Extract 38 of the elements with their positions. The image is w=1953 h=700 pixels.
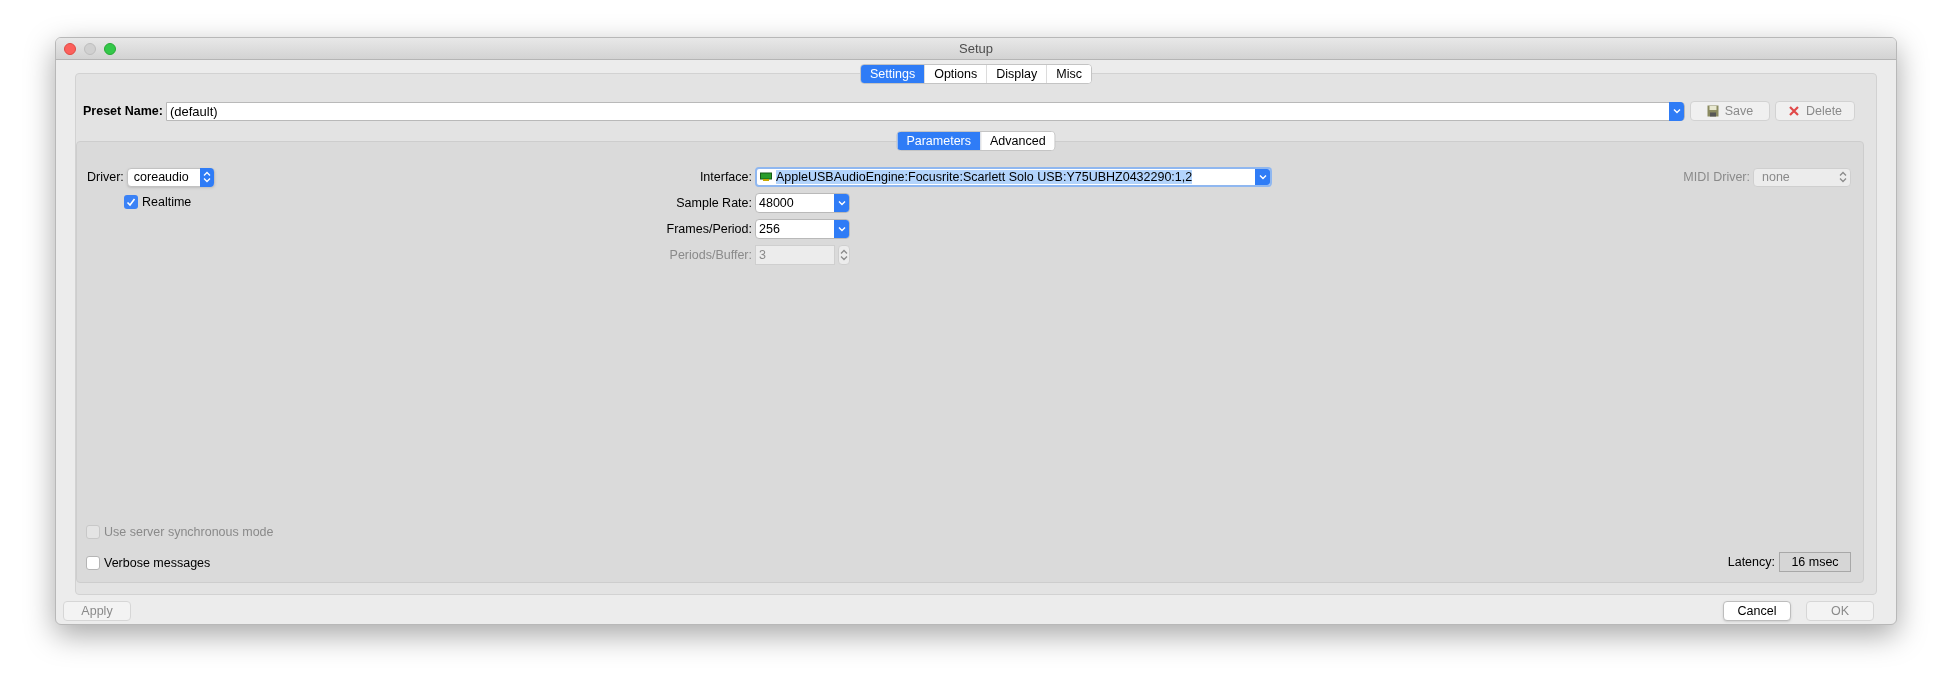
interface-label: Interface: bbox=[698, 168, 752, 186]
checkbox[interactable] bbox=[124, 195, 138, 209]
tab[interactable]: Settings bbox=[861, 65, 925, 83]
realtime-label: Realtime bbox=[142, 193, 192, 211]
midi-driver-label: MIDI Driver: bbox=[1683, 168, 1750, 186]
driver-select[interactable]: coreaudio bbox=[126, 167, 215, 187]
sound-card-icon bbox=[760, 172, 773, 182]
option-label: Use server synchronous mode bbox=[104, 523, 274, 541]
tab[interactable]: Parameters bbox=[897, 132, 980, 150]
close-button[interactable] bbox=[64, 42, 76, 55]
window-title: Setup bbox=[959, 39, 993, 58]
checkmark-icon bbox=[126, 197, 136, 207]
dialog-button[interactable]: Cancel bbox=[1723, 601, 1791, 621]
up-down-arrows-icon bbox=[202, 171, 211, 183]
chevron-down-icon bbox=[837, 200, 846, 206]
up-down-arrows-icon bbox=[840, 249, 848, 261]
field-label: Periods/Buffer: bbox=[668, 246, 752, 264]
tab[interactable]: Misc bbox=[1046, 65, 1091, 83]
driver-label: Driver: bbox=[87, 168, 124, 186]
preset-name-label: Preset Name: bbox=[83, 102, 163, 120]
chevron-down-icon bbox=[1672, 108, 1681, 114]
up-down-arrows-icon bbox=[1839, 171, 1847, 183]
x-mark-icon bbox=[1787, 105, 1800, 117]
field-label: Frames/Period: bbox=[665, 220, 752, 238]
latency-value: 16 msec bbox=[1779, 552, 1851, 572]
maximize-button[interactable] bbox=[104, 42, 116, 55]
interface-combo[interactable]: AppleUSBAudioEngine:Focusrite:Scarlett Solo USB:Y75UBHZ0432290:1,2 bbox=[755, 167, 1272, 187]
latency-label: Latency: bbox=[1727, 553, 1775, 571]
preset-name-combo[interactable]: (default) bbox=[165, 101, 1685, 121]
combo-box[interactable]: 48000 bbox=[755, 193, 850, 213]
tab[interactable]: Advanced bbox=[980, 132, 1055, 150]
chevron-down-icon bbox=[837, 226, 846, 232]
option-label: Verbose messages bbox=[104, 554, 211, 572]
minimize-button[interactable] bbox=[84, 42, 96, 55]
field-label: Sample Rate: bbox=[675, 194, 752, 212]
checkbox[interactable] bbox=[86, 556, 100, 570]
chevron-down-icon bbox=[1258, 174, 1267, 180]
combo-box[interactable]: 256 bbox=[755, 219, 850, 239]
